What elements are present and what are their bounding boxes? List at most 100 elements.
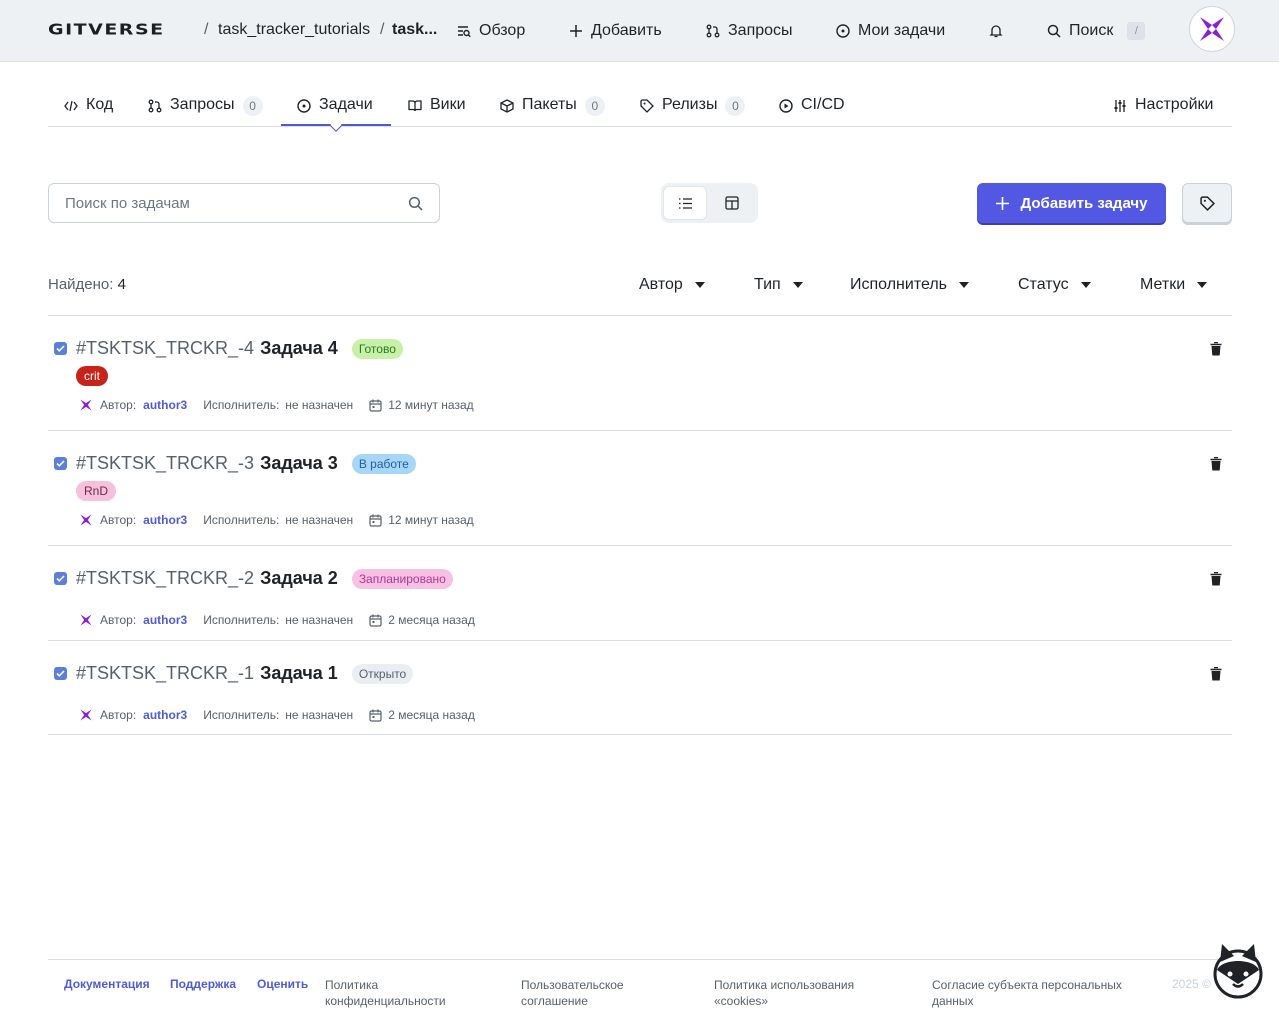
issue-name: Задача 4 (260, 338, 338, 358)
status-badge: Готово (351, 338, 403, 359)
tab-code[interactable]: Код (64, 85, 113, 126)
nav-my-tasks[interactable]: Мои задачи (836, 20, 945, 42)
footer-privacy-link[interactable]: Политика конфиденциальности (325, 977, 446, 1009)
tab-count: 0 (584, 96, 605, 116)
issue-checkbox[interactable] (54, 342, 67, 355)
calendar-icon (369, 709, 382, 722)
issue-checkbox[interactable] (54, 457, 67, 470)
issue-title[interactable]: #TSKTSK_TRCKR_-1 Задача 1 Открыто (76, 663, 414, 684)
view-switcher (661, 183, 758, 223)
tag-icon (640, 99, 654, 113)
status-badge: Запланировано (351, 568, 453, 589)
author-link[interactable]: author3 (143, 513, 187, 527)
filter-assignee[interactable]: Исполнитель (850, 276, 970, 294)
labels-button[interactable] (1182, 183, 1232, 223)
breadcrumb-repo[interactable]: task... (392, 21, 437, 39)
filter-status[interactable]: Статус (1018, 276, 1091, 294)
footer-docs-link[interactable]: Документация (64, 977, 150, 991)
footer-agreement-link[interactable]: Пользовательское соглашение (521, 977, 624, 1009)
issue-row[interactable]: #TSKTSK_TRCKR_-3 Задача 3 В работе RnD А… (48, 430, 1232, 545)
calendar-icon (369, 399, 382, 412)
issue-meta: Автор: author3 Исполнитель: не назначен … (80, 613, 475, 627)
author-link[interactable]: author3 (143, 398, 187, 412)
issue-label[interactable]: crit (76, 366, 108, 386)
copyright: 2025 © (1172, 977, 1211, 991)
issue-row[interactable]: #TSKTSK_TRCKR_-1 Задача 1 Открыто Автор:… (48, 640, 1232, 735)
tab-settings[interactable]: Настройки (1113, 85, 1213, 126)
filter-type[interactable]: Тип (754, 276, 803, 294)
list-view-button[interactable] (663, 186, 707, 220)
trash-icon[interactable] (1210, 572, 1222, 586)
nav-requests[interactable]: Запросы (706, 20, 793, 42)
issue-row[interactable]: #TSKTSK_TRCKR_-2 Задача 2 Запланировано … (48, 545, 1232, 640)
tab-requests[interactable]: Запросы 0 (148, 85, 263, 126)
board-view-button[interactable] (710, 186, 754, 220)
add-task-button[interactable]: Добавить задачу (977, 183, 1166, 223)
sliders-icon (1114, 100, 1126, 112)
footer-consent-link[interactable]: Согласие субъекта персональных данных (932, 977, 1122, 1009)
author-link[interactable]: author3 (143, 708, 187, 722)
overview-icon (458, 26, 471, 38)
pull-request-icon (148, 99, 162, 113)
issue-label[interactable]: RnD (76, 481, 117, 501)
caret-down-icon (1197, 282, 1208, 288)
support-chat-mascot-icon[interactable] (1208, 940, 1268, 1000)
breadcrumb-owner[interactable]: task_tracker_tutorials (218, 21, 370, 39)
issue-meta: Автор: author3 Исполнитель: не назначен … (80, 398, 474, 412)
plus-icon (995, 196, 1009, 210)
brand-star-icon (80, 514, 92, 526)
issue-number: #TSKTSK_TRCKR_-3 (76, 453, 255, 473)
book-icon (408, 100, 422, 112)
tab-count: 0 (725, 96, 746, 116)
issue-title[interactable]: #TSKTSK_TRCKR_-2 Задача 2 Запланировано (76, 568, 453, 589)
user-avatar[interactable] (1189, 6, 1235, 52)
issue-number: #TSKTSK_TRCKR_-2 (76, 568, 255, 588)
footer-rate-link[interactable]: Оценить (257, 977, 308, 991)
caret-down-icon (792, 282, 803, 288)
notifications-button[interactable] (989, 20, 1003, 42)
footer-cookies-link[interactable]: Политика использования «cookies» (714, 977, 854, 1009)
footer-support-link[interactable]: Поддержка (170, 977, 236, 991)
filter-author[interactable]: Автор (639, 276, 705, 294)
tag-icon (1199, 195, 1215, 211)
issue-checkbox[interactable] (54, 667, 67, 680)
trash-icon[interactable] (1210, 667, 1222, 681)
tab-packages[interactable]: Пакеты 0 (500, 85, 605, 126)
brand-star-icon (1200, 17, 1224, 41)
code-icon (64, 100, 78, 112)
author-link[interactable]: author3 (143, 613, 187, 627)
trash-icon[interactable] (1210, 457, 1222, 471)
nav-overview[interactable]: Обзор (457, 20, 525, 42)
issue-title[interactable]: #TSKTSK_TRCKR_-3 Задача 3 В работе (76, 453, 416, 474)
pull-request-icon (706, 24, 720, 38)
status-badge: Открыто (351, 663, 414, 684)
issue-name: Задача 3 (260, 453, 338, 473)
tab-cicd[interactable]: CI/CD (779, 85, 845, 126)
issue-time: 2 месяца назад (388, 708, 475, 722)
check-icon (56, 460, 65, 467)
issue-number: #TSKTSK_TRCKR_-4 (76, 338, 255, 358)
status-badge: В работе (351, 453, 416, 474)
tab-wiki[interactable]: Вики (408, 85, 466, 126)
caret-down-icon (694, 282, 705, 288)
nav-add[interactable]: Добавить (569, 20, 662, 42)
issue-search-input[interactable]: Поиск по задачам (48, 183, 440, 223)
calendar-icon (369, 514, 382, 527)
brand-star-icon (80, 614, 92, 626)
issue-time: 12 минут назад (388, 513, 474, 527)
tab-issues[interactable]: Задачи (281, 85, 391, 126)
table-icon (725, 196, 739, 210)
play-circle-icon (779, 99, 793, 113)
gitverse-logo[interactable]: GITVERSE (48, 21, 165, 39)
issue-icon (836, 24, 850, 38)
issue-checkbox[interactable] (54, 572, 67, 585)
issue-title[interactable]: #TSKTSK_TRCKR_-4 Задача 4 Готово (76, 338, 403, 359)
issue-time: 12 минут назад (388, 398, 474, 412)
tab-releases[interactable]: Релизы 0 (640, 85, 746, 126)
filter-labels[interactable]: Метки (1140, 276, 1208, 294)
issue-icon (297, 99, 311, 113)
trash-icon[interactable] (1210, 342, 1222, 356)
nav-search[interactable]: Поиск / (1047, 20, 1146, 42)
issue-meta: Автор: author3 Исполнитель: не назначен … (80, 708, 475, 722)
issue-row[interactable]: #TSKTSK_TRCKR_-4 Задача 4 Готово crit Ав… (48, 315, 1232, 430)
